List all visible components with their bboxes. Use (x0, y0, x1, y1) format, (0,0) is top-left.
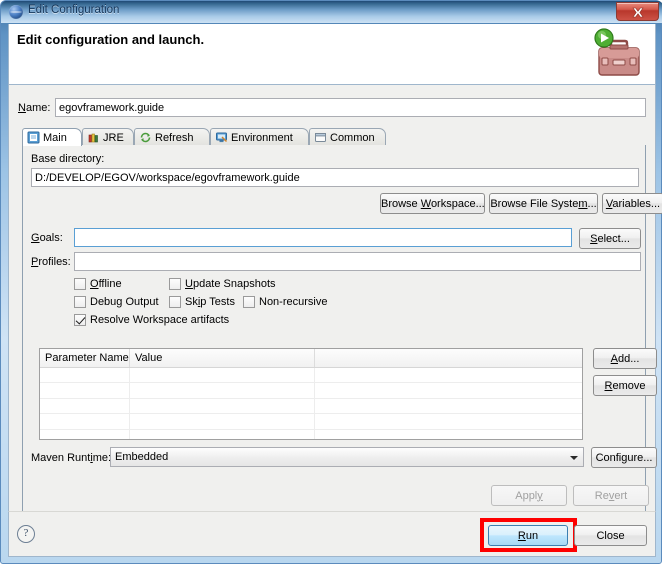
monitor-icon (215, 131, 228, 144)
column-header-parameter-name: Parameter Name (40, 349, 130, 367)
goals-select-button[interactable]: Select... (579, 228, 641, 249)
checkbox-resolve-workspace-artifacts[interactable]: Resolve Workspace artifacts (74, 314, 229, 326)
window-close-button[interactable] (616, 2, 659, 21)
debug-output-label: Debug Output (90, 296, 159, 308)
tab-common[interactable]: Common (309, 128, 386, 146)
update-snapshots-checkbox-box[interactable] (169, 278, 181, 290)
update-snapshots-label: Update Snapshots (185, 278, 276, 290)
table-row[interactable] (40, 368, 582, 383)
base-directory-label: Base directory: (31, 153, 104, 165)
tab-main[interactable]: Main (22, 128, 82, 146)
checkbox-non-recursive[interactable]: Non-recursive (243, 296, 327, 308)
tab-environment-label: Environment (231, 132, 293, 144)
name-input[interactable] (55, 98, 646, 117)
tab-environment[interactable]: Environment (210, 128, 309, 146)
table-row[interactable] (40, 383, 582, 398)
tab-main-label: Main (43, 132, 67, 144)
eclipse-globe-icon (9, 5, 23, 19)
edit-configuration-dialog: Edit Configuration Edit configuration an… (0, 0, 662, 564)
name-label-rest: ame: (26, 102, 50, 114)
variables-button[interactable]: Variables... (602, 193, 662, 214)
parameter-table[interactable]: Parameter Name Value (39, 348, 583, 440)
skip-tests-checkbox-box[interactable] (169, 296, 181, 308)
refresh-arrows-icon (139, 131, 152, 144)
profiles-label: Profiles: (31, 256, 71, 268)
resolve-workspace-artifacts-checkbox-box[interactable] (74, 314, 86, 326)
browse-file-system-button[interactable]: Browse File System... (489, 193, 598, 214)
table-row[interactable] (40, 399, 582, 414)
table-row[interactable] (40, 430, 582, 440)
chevron-down-icon (570, 456, 578, 460)
name-row: Name: (18, 98, 646, 118)
header-title: Edit configuration and launch. (17, 32, 204, 47)
tab-refresh[interactable]: Refresh (134, 128, 210, 146)
add-parameter-button[interactable]: Add... (593, 348, 657, 369)
goals-label: Goals: (31, 232, 63, 244)
maven-runtime-label: Maven Runtime: (31, 452, 111, 464)
checkbox-debug-output[interactable]: Debug Output (74, 296, 159, 308)
checkbox-skip-tests[interactable]: Skip Tests (169, 296, 235, 308)
column-header-extra (315, 349, 582, 367)
parameter-table-header: Parameter Name Value (40, 349, 582, 368)
maven-runtime-dropdown[interactable]: Embedded (110, 447, 584, 467)
base-directory-input[interactable] (31, 168, 639, 187)
tab-refresh-label: Refresh (155, 132, 194, 144)
checkbox-offline[interactable]: Offline (74, 278, 122, 290)
close-icon (630, 6, 646, 19)
apply-button[interactable]: Apply (491, 485, 567, 506)
maven-runtime-value: Embedded (115, 451, 168, 463)
books-icon (87, 131, 100, 144)
non-recursive-checkbox-box[interactable] (243, 296, 255, 308)
dialog-header: Edit configuration and launch. (8, 24, 656, 85)
window-icon (314, 131, 327, 144)
configure-runtime-button[interactable]: Configure... (591, 447, 657, 468)
skip-tests-label: Skip Tests (185, 296, 235, 308)
goals-input[interactable] (74, 228, 572, 247)
window-title: Edit Configuration (28, 4, 119, 16)
column-header-value: Value (130, 349, 315, 367)
profiles-input[interactable] (74, 252, 641, 271)
dialog-content: Name: Main (8, 85, 656, 511)
remove-parameter-button[interactable]: Remove (593, 375, 657, 396)
checkbox-update-snapshots[interactable]: Update Snapshots (169, 278, 276, 290)
debug-output-checkbox-box[interactable] (74, 296, 86, 308)
close-button[interactable]: Close (574, 525, 647, 546)
title-bar[interactable]: Edit Configuration (1, 1, 662, 23)
document-icon (27, 131, 40, 144)
offline-checkbox-box[interactable] (74, 278, 86, 290)
non-recursive-label: Non-recursive (259, 296, 327, 308)
offline-label: Offline (90, 278, 122, 290)
help-question-icon[interactable]: ? (17, 525, 35, 543)
main-tab-panel: Base directory: Browse Workspace... Brow… (22, 145, 646, 531)
table-row[interactable] (40, 414, 582, 429)
resolve-workspace-artifacts-label: Resolve Workspace artifacts (90, 314, 229, 326)
browse-workspace-button[interactable]: Browse Workspace... (380, 193, 485, 214)
maven-toolbox-run-icon (585, 26, 647, 82)
run-button[interactable]: Run (488, 525, 568, 546)
tab-common-label: Common (330, 132, 375, 144)
tab-jre-label: JRE (103, 132, 124, 144)
revert-button[interactable]: Revert (573, 485, 649, 506)
tab-jre[interactable]: JRE (82, 128, 134, 146)
tab-strip: Main JRE (22, 128, 646, 146)
name-label: Name: (18, 102, 50, 114)
